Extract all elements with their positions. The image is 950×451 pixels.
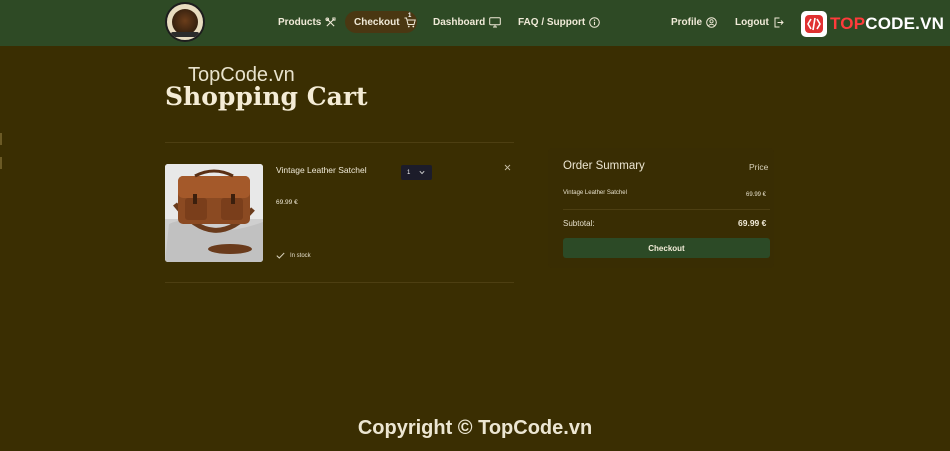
stock-status: In stock	[276, 252, 311, 259]
brand-suffix: CODE.VN	[865, 14, 945, 33]
close-icon	[504, 164, 511, 171]
monitor-icon	[489, 16, 502, 27]
summary-divider	[563, 209, 770, 210]
brand-text: TOPCODE.VN	[830, 14, 944, 34]
nav-dashboard-label: Dashboard	[433, 16, 486, 28]
summary-item-price: 69.99 €	[746, 192, 767, 198]
summary-item-name: Vintage Leather Satchel	[563, 190, 627, 196]
info-icon	[589, 16, 601, 28]
tools-icon	[325, 16, 336, 27]
navbar: Products Checkout 1 Dashboard FAQ / Supp…	[0, 0, 950, 46]
checkout-button[interactable]: Checkout	[563, 238, 770, 258]
nav-checkout-label: Checkout	[354, 16, 400, 28]
product-name[interactable]: Vintage Leather Satchel	[276, 165, 367, 175]
remove-item-button[interactable]	[504, 163, 511, 173]
nav-faq-support[interactable]: FAQ / Support	[518, 0, 601, 44]
cart-divider-bottom	[165, 282, 514, 283]
nav-profile-label: Profile	[671, 16, 703, 28]
check-icon	[276, 252, 285, 259]
edge-mark	[0, 157, 2, 169]
quantity-select[interactable]: 1	[401, 165, 432, 180]
nav-products-label: Products	[278, 16, 322, 28]
order-summary-title: Order Summary	[563, 160, 645, 172]
page-title: Shopping Cart	[165, 82, 368, 111]
user-icon	[706, 16, 717, 28]
chevron-down-icon	[419, 170, 425, 175]
stock-label: In stock	[290, 252, 311, 259]
topcode-brand: TOPCODE.VN	[801, 10, 944, 38]
subtotal-label: Subtotal:	[563, 219, 595, 228]
copyright-watermark: Copyright © TopCode.vn	[357, 417, 593, 439]
edge-mark	[0, 133, 2, 145]
cart-divider-top	[165, 142, 514, 143]
nav-profile[interactable]: Profile	[671, 0, 717, 44]
quantity-value: 1	[407, 169, 411, 176]
logout-icon	[774, 17, 784, 27]
logo-ribbon	[171, 32, 199, 37]
nav-checkout[interactable]: Checkout	[354, 0, 416, 44]
order-summary-price-header: Price	[749, 162, 769, 172]
site-logo[interactable]	[165, 2, 205, 42]
brand-prefix: TOP	[830, 14, 866, 33]
nav-logout-label: Logout	[735, 16, 769, 28]
cart-count-badge: 1	[408, 13, 412, 19]
product-price: 69.99 €	[276, 199, 298, 206]
subtotal-value: 69.99 €	[738, 218, 767, 228]
nav-products[interactable]: Products	[278, 0, 336, 44]
nav-logout[interactable]: Logout	[735, 0, 784, 44]
nav-faq-label: FAQ / Support	[518, 16, 586, 28]
nav-dashboard[interactable]: Dashboard	[433, 0, 502, 44]
brand-icon	[801, 11, 827, 37]
product-image[interactable]	[165, 164, 263, 262]
